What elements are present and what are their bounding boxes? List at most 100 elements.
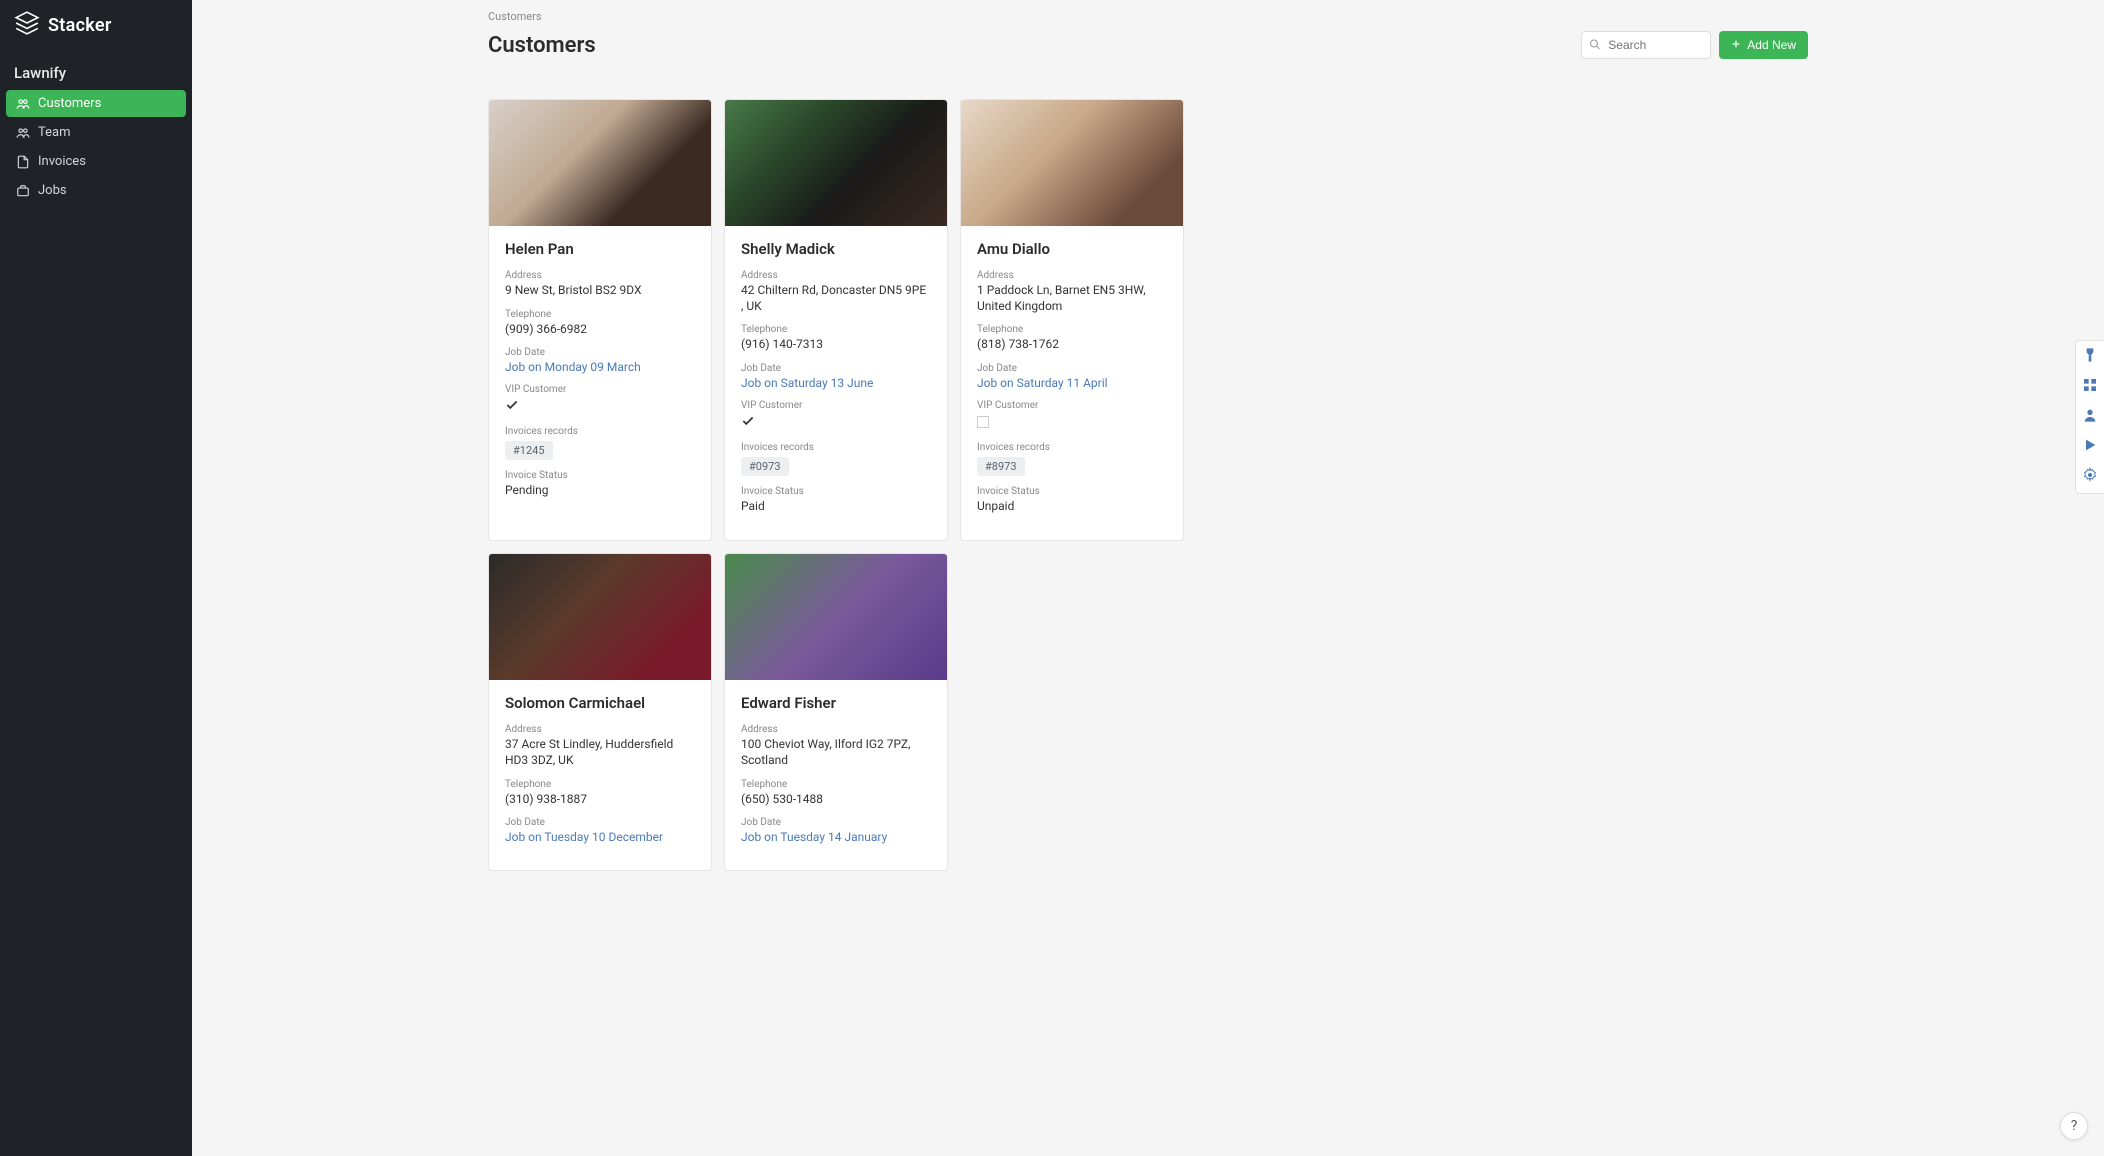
sidebar-item-label: Customers: [38, 96, 101, 111]
nav: Customers Team Invoices Jobs: [0, 90, 192, 206]
invoices-label: Invoices records: [977, 442, 1167, 453]
tool-paint-button[interactable]: [2080, 347, 2100, 367]
invoice-status-label: Invoice Status: [977, 486, 1167, 497]
page-title: Customers: [488, 33, 596, 58]
address-value: 1 Paddock Ln, Barnet EN5 3HW, United Kin…: [977, 283, 1167, 314]
users-icon: [16, 126, 30, 140]
job-date-label: Job Date: [741, 363, 931, 374]
customer-photo: [489, 100, 711, 226]
help-button[interactable]: ?: [2060, 1112, 2088, 1140]
invoices-label: Invoices records: [505, 426, 695, 437]
customer-name: Edward Fisher: [741, 694, 931, 712]
job-date-label: Job Date: [505, 347, 695, 358]
address-label: Address: [977, 270, 1167, 281]
customer-photo: [725, 100, 947, 226]
search-icon: [1589, 36, 1601, 55]
breadcrumb[interactable]: Customers: [488, 10, 2064, 23]
users-icon: [16, 97, 30, 111]
telephone-label: Telephone: [505, 309, 695, 320]
job-date-label: Job Date: [505, 817, 695, 828]
vip-label: VIP Customer: [741, 400, 931, 411]
sidebar-item-customers[interactable]: Customers: [6, 90, 186, 117]
customer-name: Amu Diallo: [977, 240, 1167, 258]
invoice-tag[interactable]: #1245: [505, 441, 553, 460]
add-new-button[interactable]: Add New: [1719, 31, 1808, 59]
sidebar: Stacker Lawnify Customers Team Invoices Job…: [0, 0, 192, 1156]
telephone-label: Telephone: [505, 779, 695, 790]
tool-user-button[interactable]: [2080, 407, 2100, 427]
main-content: Customers Customers Add New Helen PanA: [192, 0, 2104, 1156]
address-value: 42 Chiltern Rd, Doncaster DN5 9PE , UK: [741, 283, 931, 314]
paint-icon: [2082, 347, 2098, 367]
job-date-link[interactable]: Job on Saturday 11 April: [977, 376, 1167, 390]
address-label: Address: [741, 270, 931, 281]
customer-photo: [489, 554, 711, 680]
plus-icon: [1731, 38, 1741, 52]
add-new-label: Add New: [1747, 38, 1796, 52]
cards-grid: Helen Pan Address 9 New St, Bristol BS2 9D…: [488, 99, 2064, 871]
grid-icon: [2082, 377, 2098, 397]
header-actions: Add New: [1581, 31, 1808, 59]
invoice-status-label: Invoice Status: [505, 470, 695, 481]
address-value: 100 Cheviot Way, Ilford IG2 7PZ, Scotlan…: [741, 737, 931, 768]
customer-card[interactable]: Shelly MadickAddress42 Chiltern Rd, Donc…: [724, 99, 948, 541]
invoice-tag[interactable]: #0973: [741, 457, 789, 476]
address-label: Address: [505, 270, 695, 281]
customer-card[interactable]: Amu Diallo Address 1 Paddock Ln, Barnet EN…: [960, 99, 1184, 541]
invoice-tag[interactable]: #8973: [977, 457, 1025, 476]
invoices-label: Invoices records: [741, 442, 931, 453]
tool-grid-button[interactable]: [2080, 377, 2100, 397]
check-icon: [505, 398, 519, 412]
job-date-label: Job Date: [741, 817, 931, 828]
tool-play-button[interactable]: [2080, 437, 2100, 457]
customer-card[interactable]: Edward Fisher Address 100 Cheviot Way, Ilf…: [724, 553, 948, 871]
invoice-status-label: Invoice Status: [741, 486, 931, 497]
search-wrap: [1581, 31, 1711, 59]
sidebar-item-team[interactable]: Team: [6, 119, 186, 146]
check-icon: [741, 414, 755, 428]
telephone-value: (818) 738-1762: [977, 337, 1167, 353]
job-date-link[interactable]: Job on Monday 09 March: [505, 360, 695, 374]
telephone-label: Telephone: [741, 324, 931, 335]
sidebar-item-invoices[interactable]: Invoices: [6, 148, 186, 175]
stacker-logo-icon: [14, 10, 40, 40]
brand-name: Stacker: [48, 15, 112, 36]
sidebar-item-label: Team: [38, 125, 71, 140]
invoice-status-value: Pending: [505, 483, 695, 499]
job-date-link[interactable]: Job on Saturday 13 June: [741, 376, 931, 390]
sidebar-item-label: Jobs: [38, 183, 67, 198]
customer-photo: [961, 100, 1183, 226]
customer-card[interactable]: Helen Pan Address 9 New St, Bristol BS2 9D…: [488, 99, 712, 541]
telephone-value: (310) 938-1887: [505, 792, 695, 808]
sidebar-item-jobs[interactable]: Jobs: [6, 177, 186, 204]
customer-card[interactable]: Solomon Carmichael Address 37 Acre St Lind…: [488, 553, 712, 871]
telephone-value: (650) 530-1488: [741, 792, 931, 808]
address-label: Address: [505, 724, 695, 735]
job-date-link[interactable]: Job on Tuesday 10 December: [505, 830, 695, 844]
telephone-value: (909) 366-6982: [505, 322, 695, 338]
user-icon: [2082, 407, 2098, 427]
job-date-link[interactable]: Job on Tuesday 14 January: [741, 830, 931, 844]
file-icon: [16, 155, 30, 169]
customer-name: Solomon Carmichael: [505, 694, 695, 712]
page-header: Customers Add New: [488, 31, 1808, 59]
play-icon: [2082, 437, 2098, 457]
address-value: 37 Acre St Lindley, Huddersfield HD3 3DZ…: [505, 737, 695, 768]
job-date-label: Job Date: [977, 363, 1167, 374]
telephone-label: Telephone: [741, 779, 931, 790]
brand-logo[interactable]: Stacker: [0, 0, 192, 54]
vip-label: VIP Customer: [505, 384, 695, 395]
customer-name: Helen Pan: [505, 240, 695, 258]
invoice-status-value: Unpaid: [977, 499, 1167, 515]
app-name[interactable]: Lawnify: [0, 54, 192, 90]
address-value: 9 New St, Bristol BS2 9DX: [505, 283, 695, 299]
tool-gear-button[interactable]: [2080, 467, 2100, 487]
telephone-label: Telephone: [977, 324, 1167, 335]
customer-photo: [725, 554, 947, 680]
address-label: Address: [741, 724, 931, 735]
right-toolbar: [2075, 340, 2104, 494]
invoice-status-value: Paid: [741, 499, 931, 515]
vip-label: VIP Customer: [977, 400, 1167, 411]
gear-icon: [2082, 467, 2098, 487]
sidebar-item-label: Invoices: [38, 154, 86, 169]
